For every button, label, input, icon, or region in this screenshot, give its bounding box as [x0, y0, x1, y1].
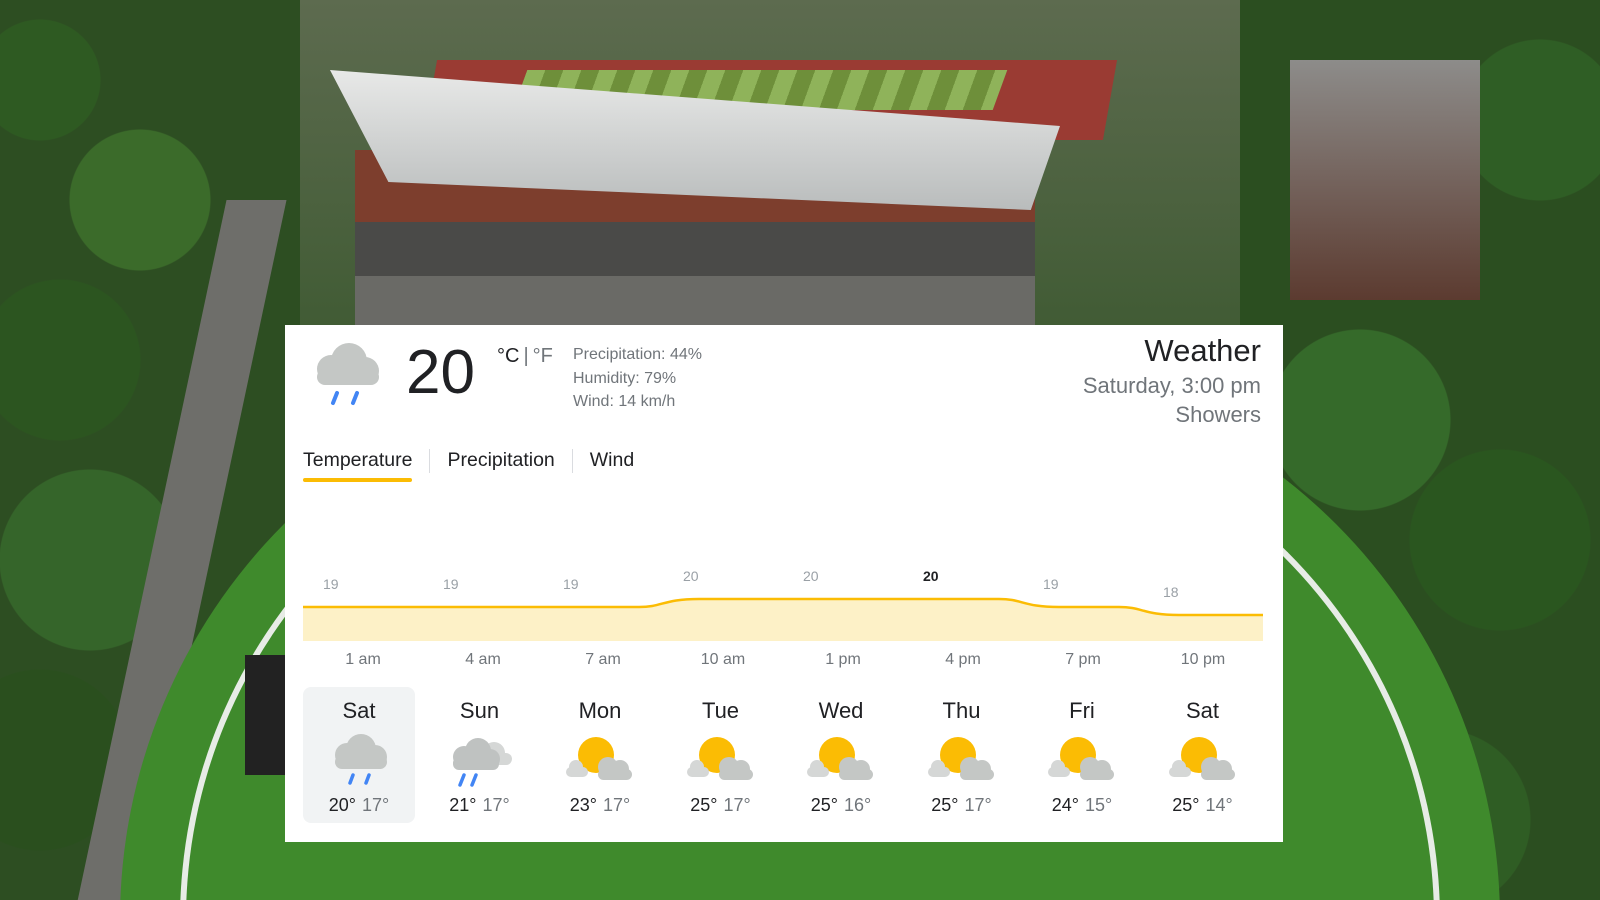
hour-label: 1 am — [345, 651, 381, 668]
temperature-value-label: 20 — [803, 568, 819, 584]
forecast-temps: 21° 17° — [424, 793, 536, 817]
forecast-temps: 24° 15° — [1026, 793, 1138, 817]
showers-icon — [317, 343, 379, 405]
showers-icon — [335, 734, 387, 785]
forecast-high: 24° — [1051, 795, 1079, 815]
unit-separator: | — [523, 345, 529, 367]
forecast-low: 17° — [362, 795, 390, 815]
forecast-day-name: Mon — [578, 698, 622, 723]
cloudy-rain-icon — [452, 738, 512, 787]
forecast-high: 20° — [328, 795, 356, 815]
temperature-area — [303, 599, 1263, 641]
forecast-day[interactable]: Sat 25° 14° — [1147, 687, 1259, 823]
forecast-day-name: Fri — [1069, 698, 1095, 723]
forecast-day[interactable]: Fri 24° 15° — [1026, 687, 1138, 823]
forecast-day[interactable]: Wed 25° 16° — [785, 687, 897, 823]
hour-label: 10 am — [700, 651, 746, 668]
forecast-day[interactable]: Sun 21° 17° — [424, 687, 536, 823]
forecast-day[interactable]: Thu 25° 17° — [906, 687, 1018, 823]
precipitation-text: Precipitation: 44% — [573, 346, 702, 363]
weather-title: Weather — [1144, 333, 1261, 368]
forecast-low: 17° — [723, 795, 751, 815]
hour-label: 1 pm — [825, 651, 861, 668]
weather-header: Weather Saturday, 3:00 pm Showers — [1083, 331, 1261, 429]
tab-precipitation[interactable]: Precipitation — [447, 447, 554, 482]
unit-toggle: °C | °F — [497, 345, 553, 368]
forecast-high: 25° — [690, 795, 718, 815]
current-temperature: 20 — [406, 338, 475, 407]
forecast-temps: 23° 17° — [544, 793, 656, 817]
partly-cloudy-icon — [1048, 737, 1114, 780]
weather-condition: Showers — [1175, 402, 1261, 427]
forecast-temps: 25° 17° — [906, 793, 1018, 817]
forecast-temps: 25° 14° — [1147, 793, 1259, 817]
weather-datetime: Saturday, 3:00 pm — [1082, 373, 1261, 398]
temperature-value-label: 20 — [683, 568, 699, 584]
hour-label: 7 am — [585, 651, 621, 668]
tab-divider — [429, 448, 431, 473]
forecast-high: 23° — [569, 795, 597, 815]
fahrenheit-button[interactable]: °F — [533, 345, 553, 367]
chart-tabs: Temperature Precipitation Wind — [303, 447, 634, 482]
forecast-day-name: Tue — [701, 698, 740, 723]
forecast-high: 25° — [1172, 795, 1200, 815]
forecast-low: 17° — [603, 795, 631, 815]
temperature-value-label: 19 — [443, 576, 459, 592]
temperature-value-label: 19 — [1043, 576, 1059, 592]
temperature-value-label: 19 — [323, 576, 339, 592]
tab-divider — [571, 448, 573, 473]
wind-text: Wind: 14 km/h — [573, 393, 676, 410]
forecast-low: 16° — [844, 795, 872, 815]
partly-cloudy-icon — [686, 737, 753, 780]
hour-label: 7 pm — [1065, 651, 1101, 668]
partly-cloudy-icon — [1168, 737, 1235, 780]
hour-axis: 1 am 4 am 7 am 10 am 1 pm 4 pm 7 pm 10 pm — [303, 651, 1263, 675]
forecast-high: 25° — [931, 795, 959, 815]
forecast-low: 17° — [964, 795, 992, 815]
current-details: Precipitation: 44% Humidity: 79% Wind: 1… — [573, 343, 702, 414]
forecast-low: 17° — [482, 795, 510, 815]
partly-cloudy-icon — [566, 737, 632, 780]
temperature-value-label: 18 — [1163, 584, 1179, 600]
forecast-day[interactable]: Mon 23° 17° — [544, 687, 656, 823]
daily-forecast: Sat 20° 17° Sun 21° 17° Mon 23° 17° Tue 25° 17° Wed 2… — [303, 687, 1268, 827]
forecast-day[interactable]: Sat 20° 17° — [303, 687, 415, 823]
tab-wind[interactable]: Wind — [590, 447, 634, 482]
forecast-low: 14° — [1205, 795, 1233, 815]
scoreboard — [245, 655, 285, 775]
forecast-day-name: Sat — [1185, 698, 1220, 723]
forecast-day-name: Sun — [459, 698, 500, 723]
partly-cloudy-icon — [807, 737, 873, 780]
forecast-high: 25° — [810, 795, 838, 815]
forecast-temps: 20° 17° — [303, 793, 415, 817]
forecast-day-name: Sat — [342, 698, 376, 723]
temperature-value-label: 19 — [563, 576, 579, 592]
forecast-temps: 25° 17° — [665, 793, 777, 817]
forecast-day-name: Wed — [818, 698, 864, 723]
partly-cloudy-icon — [927, 737, 994, 780]
celsius-button[interactable]: °C — [497, 345, 519, 367]
temperature-value-label: 20 — [923, 568, 939, 584]
forecast-high: 21° — [449, 795, 477, 815]
hour-label: 10 pm — [1180, 651, 1226, 668]
hour-label: 4 pm — [945, 651, 981, 668]
hour-label: 4 am — [465, 651, 501, 668]
forecast-day[interactable]: Tue 25° 17° — [665, 687, 777, 823]
forecast-low: 15° — [1085, 795, 1113, 815]
weather-card: 20 °C | °F Precipitation: 44% Humidity: 79… — [285, 325, 1283, 842]
forecast-day-name: Thu — [942, 698, 981, 723]
humidity-text: Humidity: 79% — [573, 369, 677, 387]
building — [1290, 60, 1480, 300]
tab-temperature[interactable]: Temperature — [303, 447, 413, 482]
forecast-temps: 25° 16° — [785, 793, 897, 817]
